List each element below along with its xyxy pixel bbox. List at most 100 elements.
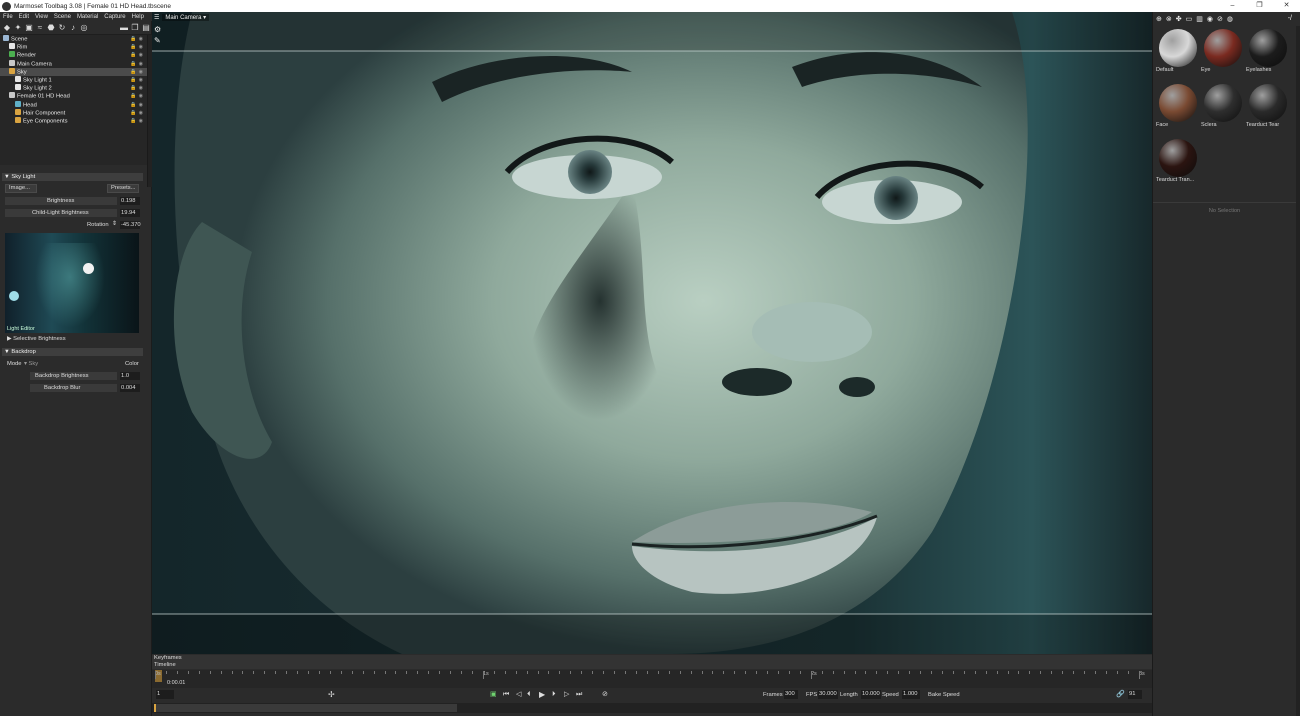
material-swatch[interactable]: Default (1156, 27, 1198, 75)
add-group-icon[interactable]: ◎ (79, 23, 89, 33)
add-audio-icon[interactable]: ♪ (68, 23, 78, 33)
menu-view[interactable]: View (32, 14, 51, 20)
material-swatch[interactable]: Face (1156, 82, 1198, 130)
bake-speed-button[interactable]: Bake Speed (928, 690, 960, 700)
visibility-lock-icon[interactable]: 🔒◉ (130, 84, 145, 92)
outliner-item[interactable]: Head 🔒◉ (0, 100, 147, 109)
viewport-pin-icon[interactable]: ✎ (154, 35, 161, 46)
rotation-spinner-icon[interactable]: ⇕ (112, 221, 117, 227)
rotation-field[interactable]: -45.370 (120, 221, 141, 229)
menu-material[interactable]: Material (74, 14, 101, 20)
outliner-item[interactable]: Main Camera 🔒◉ (0, 59, 147, 68)
material-grid-icon[interactable]: ✤ (1176, 15, 1182, 23)
material-swatch[interactable]: Sclera (1201, 82, 1243, 130)
image-button[interactable]: Image... (5, 184, 37, 193)
menu-capture[interactable]: Capture (101, 14, 128, 20)
outliner-item[interactable]: Scene 🔒◉ (0, 35, 147, 43)
duplicate-icon[interactable]: ❐ (130, 23, 140, 33)
camera-dropdown[interactable]: Main Camera ▾ (162, 13, 210, 21)
open-folder-icon[interactable]: ▬ (119, 23, 129, 33)
add-shadow-catcher-icon[interactable]: ⬣ (46, 23, 56, 33)
frame-field[interactable]: 1 (156, 690, 174, 699)
outliner-item[interactable]: Sky Light 2 🔒◉ (0, 84, 147, 92)
add-light-icon[interactable]: ✦ (13, 23, 23, 33)
outliner-item[interactable]: Hair Component 🔒◉ (0, 108, 147, 117)
viewport-settings-icon[interactable]: ⚙ (154, 24, 161, 35)
scrub-marker[interactable] (154, 704, 156, 712)
backdrop-section-header[interactable]: ▼ Backdrop (2, 348, 143, 356)
add-camera-icon[interactable]: ▣ (24, 23, 34, 33)
material-view-icon[interactable]: -/ (1288, 15, 1300, 22)
keyframes-header[interactable]: Keyframes (152, 655, 1152, 662)
timeline-scrubber[interactable] (152, 703, 1152, 713)
outliner-item[interactable]: Eye Components 🔒◉ (0, 116, 147, 125)
material-scrollbar[interactable] (1296, 26, 1300, 716)
brightness-field[interactable]: 0.198 (120, 197, 140, 205)
delete-icon[interactable]: ▤ (141, 23, 151, 33)
sky-light-section-header[interactable]: ▼ Sky Light (2, 173, 143, 181)
material-pick-icon[interactable]: ◉ (1207, 15, 1213, 23)
visibility-lock-icon[interactable]: 🔒◉ (130, 43, 145, 51)
next-key-icon[interactable]: ⏵ (552, 690, 556, 700)
material-swatch[interactable]: Tearduct Tran... (1156, 137, 1198, 185)
prev-key-icon[interactable]: ⏴ (527, 690, 531, 700)
length-field[interactable]: 10.000 (861, 690, 881, 699)
visibility-lock-icon[interactable]: 🔒◉ (130, 76, 145, 84)
visibility-lock-icon[interactable]: 🔒◉ (130, 92, 145, 100)
menu-file[interactable]: File (0, 14, 16, 20)
step-back-icon[interactable]: ◁ (516, 690, 521, 700)
backdrop-brightness-field[interactable]: 1.0 (120, 372, 140, 380)
light-editor[interactable]: Light Editor (5, 233, 139, 333)
add-object-icon[interactable]: ◆ (2, 23, 12, 33)
maximize-button[interactable]: ❐ (1246, 0, 1273, 12)
outliner-item[interactable]: Rim 🔒◉ (0, 43, 147, 51)
backdrop-blur-field[interactable]: 0.004 (120, 384, 140, 392)
sky-light-1-handle[interactable] (83, 263, 94, 274)
loop-icon[interactable]: ▣ (490, 690, 497, 700)
skip-start-icon[interactable]: ⏮ (503, 690, 509, 700)
add-material-icon[interactable]: ⊕ (1156, 15, 1162, 23)
visibility-lock-icon[interactable]: 🔒◉ (130, 51, 145, 59)
duplicate-material-icon[interactable]: ⊗ (1166, 15, 1172, 23)
step-forward-icon[interactable]: ▷ (564, 690, 569, 700)
outliner-item[interactable]: Sky 🔒◉ (0, 67, 147, 76)
visibility-lock-icon[interactable]: 🔒◉ (130, 35, 145, 43)
material-reset-icon[interactable]: ⊘ (1217, 15, 1223, 23)
add-fog-icon[interactable]: ≈ (35, 23, 45, 33)
visibility-lock-icon[interactable]: 🔒◉ (130, 109, 145, 117)
outliner-item[interactable]: Sky Light 1 🔒◉ (0, 75, 147, 84)
presets-button[interactable]: Presets... (107, 184, 139, 193)
close-button[interactable]: ✕ (1273, 0, 1300, 12)
record-icon[interactable]: ⊘ (602, 690, 608, 700)
link-icon[interactable]: 🔗 (1116, 690, 1125, 700)
play-icon[interactable]: ▶ (539, 690, 545, 700)
child-light-brightness-field[interactable]: 19.94 (120, 209, 140, 217)
menu-help[interactable]: Help (129, 14, 147, 20)
viewport[interactable] (152, 12, 1152, 654)
backdrop-color-label[interactable]: Color (125, 361, 139, 367)
visibility-lock-icon[interactable]: 🔒◉ (130, 101, 145, 109)
delete-material-icon[interactable]: ▥ (1196, 15, 1203, 23)
visibility-lock-icon[interactable]: 🔒◉ (130, 60, 145, 68)
visibility-lock-icon[interactable]: 🔒◉ (130, 68, 145, 76)
outliner-item[interactable]: Female 01 HD Head 🔒◉ (0, 92, 147, 100)
speed-field[interactable]: 1.000 (902, 690, 920, 699)
menu-scene[interactable]: Scene (51, 14, 74, 20)
timeline-ruler[interactable]: 0s 1s 2s 3s 0:00.01 (152, 670, 1152, 688)
fps-field[interactable]: 30.000 (818, 690, 838, 699)
menu-edit[interactable]: Edit (16, 14, 32, 20)
visibility-lock-icon[interactable]: 🔒◉ (130, 117, 145, 125)
scrub-range[interactable] (154, 704, 457, 712)
sky-light-2-handle[interactable] (9, 291, 19, 301)
end-field[interactable]: 91 (1128, 690, 1142, 699)
material-swatch[interactable]: Eyelashes (1246, 27, 1288, 75)
viewport-menu-icon[interactable]: ☰ (154, 14, 159, 21)
timeline-tool-icon[interactable]: ✢ (328, 690, 335, 700)
minimize-button[interactable]: – (1219, 0, 1246, 12)
material-import-icon[interactable]: ▭ (1186, 15, 1193, 23)
outliner-item[interactable]: Render 🔒◉ (0, 51, 147, 59)
timeline-header[interactable]: Timeline (152, 662, 1152, 669)
material-swatch[interactable]: Tearduct Tear (1246, 82, 1288, 130)
add-turntable-icon[interactable]: ↻ (57, 23, 67, 33)
backdrop-mode-dropdown[interactable]: ▾ Sky (24, 361, 38, 367)
